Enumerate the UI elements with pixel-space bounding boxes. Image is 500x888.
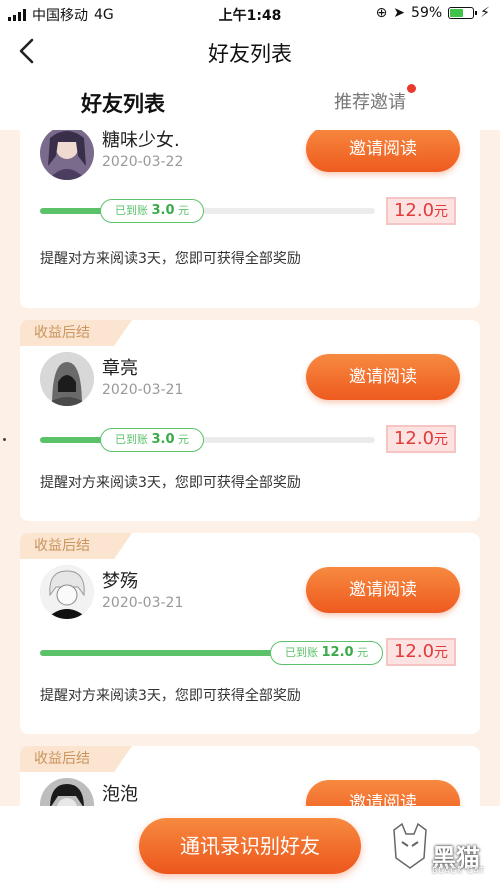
received-prefix: 已到账 <box>115 204 148 217</box>
friend-card: 收益后结 梦殇 2020-03-21 邀请阅读 已到账 12.0 元 12.0元… <box>20 533 480 734</box>
friend-name: 泡泡 <box>102 784 138 805</box>
friend-name: 章亮 <box>102 358 138 379</box>
progress-fill <box>40 208 104 214</box>
tab-recommend-invite[interactable]: 推荐邀请 <box>334 84 416 114</box>
friend-date: 2020-03-21 <box>102 595 184 611</box>
avatar <box>40 352 94 406</box>
reward-unit: 元 <box>434 204 449 220</box>
orientation-lock-icon: ⊕ <box>375 5 388 21</box>
invite-read-button[interactable]: 邀请阅读 <box>306 780 460 806</box>
reward-total: 12.0元 <box>386 197 456 225</box>
stray-dot <box>3 438 6 441</box>
status-bar: 中国移动 4G 上午1:48 ⊕ ➤ 59% ⚡ <box>0 0 500 28</box>
friend-date: 2020-03-22 <box>102 154 184 170</box>
received-prefix: 已到账 <box>285 646 318 659</box>
progress-track: 已到账 12.0 元 <box>40 641 384 665</box>
battery-icon <box>448 7 478 19</box>
invite-read-button[interactable]: 邀请阅读 <box>306 354 460 400</box>
invite-read-button[interactable]: 邀请阅读 <box>306 130 460 172</box>
black-cat-logo-icon <box>393 822 427 869</box>
tab-recommend-invite-label: 推荐邀请 <box>334 92 406 113</box>
reminder-hint: 提醒对方来阅读3天，您即可获得全部奖励 <box>40 251 301 267</box>
received-prefix: 已到账 <box>115 433 148 446</box>
friend-card: 糖味少女. 2020-03-22 邀请阅读 已到账 3.0 元 12.0元 提醒… <box>20 130 480 308</box>
received-pill: 已到账 3.0 元 <box>100 199 205 223</box>
reminder-hint: 提醒对方来阅读3天，您即可获得全部奖励 <box>40 475 301 491</box>
received-amount: 12.0 <box>321 645 354 660</box>
settlement-tag: 收益后结 <box>20 320 132 346</box>
avatar <box>40 130 94 180</box>
reward-amount: 12.0 <box>393 641 435 662</box>
reward-total: 12.0元 <box>386 638 456 666</box>
nav-bar: 好友列表 <box>0 28 500 74</box>
avatar <box>40 565 94 619</box>
friend-name: 糖味少女. <box>102 130 180 151</box>
tab-bar: 好友列表 推荐邀请 <box>0 74 500 130</box>
reward-unit: 元 <box>434 645 449 661</box>
received-pill: 已到账 3.0 元 <box>100 428 205 452</box>
friend-date: 2020-03-21 <box>102 382 184 398</box>
friend-list[interactable]: 糖味少女. 2020-03-22 邀请阅读 已到账 3.0 元 12.0元 提醒… <box>0 130 500 806</box>
battery-percent: 59% <box>411 5 443 21</box>
reward-amount: 12.0 <box>393 428 435 449</box>
status-right: ⊕ ➤ 59% ⚡ <box>376 5 490 21</box>
tab-friend-list[interactable]: 好友列表 <box>81 88 165 123</box>
watermark-subtext: BLACK CAT <box>432 866 486 875</box>
progress-fill <box>40 437 104 443</box>
avatar <box>40 778 94 806</box>
progress-track: 已到账 3.0 元 <box>40 199 375 223</box>
notification-dot <box>407 84 416 93</box>
active-tab-underline <box>103 117 143 123</box>
reminder-hint: 提醒对方来阅读3天，您即可获得全部奖励 <box>40 688 301 704</box>
received-amount: 3.0 <box>151 432 175 447</box>
received-pill: 已到账 12.0 元 <box>270 641 384 665</box>
page-title: 好友列表 <box>208 42 292 66</box>
friend-card: 收益后结 泡泡 邀请阅读 <box>20 746 480 806</box>
invite-read-button[interactable]: 邀请阅读 <box>306 567 460 613</box>
received-unit: 元 <box>357 646 369 659</box>
received-unit: 元 <box>178 204 190 217</box>
friend-name: 梦殇 <box>102 571 138 592</box>
reward-unit: 元 <box>434 432 449 448</box>
received-unit: 元 <box>178 433 190 446</box>
reward-total: 12.0元 <box>386 425 456 453</box>
progress-track: 已到账 3.0 元 <box>40 428 375 452</box>
reward-amount: 12.0 <box>393 200 435 221</box>
settlement-tag: 收益后结 <box>20 533 132 559</box>
tab-friend-list-label: 好友列表 <box>81 92 165 116</box>
charging-icon: ⚡ <box>480 5 490 21</box>
location-icon: ➤ <box>393 5 406 21</box>
received-amount: 3.0 <box>151 203 175 218</box>
friend-card: 收益后结 章亮 2020-03-21 邀请阅读 已到账 3.0 元 12.0元 … <box>20 320 480 521</box>
settlement-tag: 收益后结 <box>20 746 132 772</box>
contacts-identify-button[interactable]: 通讯录识别好友 <box>139 818 361 874</box>
